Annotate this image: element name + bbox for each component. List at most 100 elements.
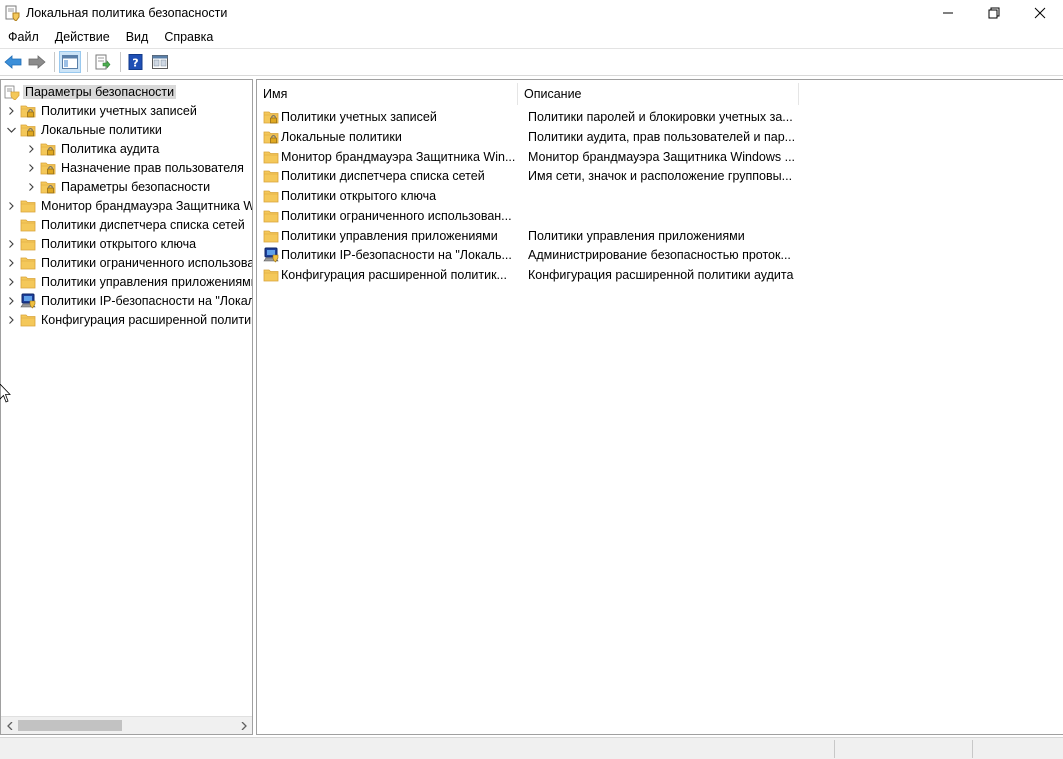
menu-view[interactable]: Вид [118, 26, 157, 48]
tree-item-label: Политики управления приложениями [41, 274, 252, 289]
chevron-right-icon[interactable] [3, 234, 19, 253]
list-item-description: Администрирование безопасностью проток..… [528, 248, 791, 263]
mouse-cursor-icon [0, 383, 12, 407]
lock-folder-icon [262, 109, 279, 125]
close-button[interactable] [1017, 0, 1063, 26]
list-item-description: Политики паролей и блокировки учетных за… [528, 110, 793, 124]
back-button[interactable] [2, 51, 24, 73]
list-item[interactable]: Политики учетных записей Политики паролей… [257, 107, 796, 127]
list-item[interactable]: Политики управления приложениями Политики… [257, 226, 796, 246]
folder-icon [262, 208, 279, 224]
folder-icon [262, 228, 279, 244]
shield-folder-icon [3, 84, 20, 100]
scroll-left-arrow-icon[interactable] [1, 717, 18, 734]
tree-item[interactable]: Конфигурация расширенной политики аудита [3, 310, 252, 329]
tree-item[interactable]: Параметры безопасности [1, 82, 177, 101]
chevron-right-icon[interactable] [23, 139, 39, 158]
tree-item[interactable]: Параметры безопасности [23, 177, 212, 196]
help-button[interactable]: ? [125, 51, 147, 73]
show-hide-tree-button[interactable] [59, 51, 81, 73]
tree-item-label: Локальные политики [41, 122, 162, 137]
folder-icon [19, 236, 36, 252]
list-item-name: Монитор брандмауэра Защитника Win... [281, 149, 516, 164]
chevron-right-icon[interactable] [23, 158, 39, 177]
menu-bar: Файл Действие Вид Справка [0, 26, 1063, 48]
menu-file[interactable]: Файл [0, 26, 47, 48]
show-hide-tree-icon [62, 55, 78, 69]
list-item-name: Политики ограниченного использован... [281, 208, 512, 223]
list-item[interactable]: Политики IP-безопасности на "Локаль... Ад… [257, 245, 796, 265]
export-list-icon [95, 54, 111, 70]
folder-icon [262, 188, 279, 204]
tree-item[interactable]: Политики ограниченного использования про… [3, 253, 252, 272]
scrollbar-thumb[interactable] [18, 720, 122, 731]
toolbar: ? [0, 48, 1063, 76]
help-icon: ? [128, 54, 143, 70]
restore-button[interactable] [971, 0, 1017, 26]
list-item[interactable]: Политики открытого ключа [257, 186, 796, 206]
tree-item-label: Монитор брандмауэра Защитника Windows [41, 198, 252, 213]
list-item-name: Политики открытого ключа [281, 189, 437, 203]
column-header-description[interactable]: Описание [518, 83, 799, 105]
tree-item[interactable]: Политики диспетчера списка сетей [3, 215, 247, 234]
menu-action[interactable]: Действие [47, 26, 118, 48]
status-divider [834, 740, 835, 758]
lock-folder-icon [19, 103, 36, 119]
chevron-right-icon[interactable] [3, 253, 19, 272]
svg-text:?: ? [132, 57, 138, 70]
list-item-name: Политики учетных записей [281, 110, 437, 124]
list-item[interactable]: Политики ограниченного использован... [257, 206, 796, 226]
list-item[interactable]: Политики диспетчера списка сетей Имя сети… [257, 166, 796, 186]
tree-item[interactable]: Монитор брандмауэра Защитника Windows [3, 196, 252, 215]
list-item-description: Политики аудита, прав пользователей и па… [528, 129, 796, 144]
list-item-name: Конфигурация расширенной политик... [281, 268, 507, 282]
tree-item[interactable]: Политики открытого ключа [3, 234, 198, 253]
column-header-name[interactable]: Имя [257, 83, 518, 105]
forward-arrow-icon [28, 55, 46, 69]
tree-horizontal-scrollbar[interactable] [1, 716, 252, 734]
forward-button[interactable] [26, 51, 48, 73]
tree-item[interactable]: Локальные политики [3, 120, 164, 139]
window-title: Локальная политика безопасности [26, 6, 228, 20]
toolbar-separator [54, 52, 55, 72]
toolbar-separator [120, 52, 121, 72]
scroll-right-arrow-icon[interactable] [235, 717, 252, 734]
menu-help[interactable]: Справка [156, 26, 221, 48]
console-view-button[interactable] [149, 51, 171, 73]
tree-item-label: Политика аудита [61, 141, 160, 156]
tree-item-label: Политики учетных записей [41, 103, 197, 118]
restore-icon [988, 7, 1000, 19]
tree-item[interactable]: Политики управления приложениями [3, 272, 252, 291]
tree-item[interactable]: Политики IP-безопасности на "Локальный к… [3, 291, 252, 310]
chevron-down-icon[interactable] [3, 120, 19, 139]
list-item[interactable]: Монитор брандмауэра Защитника Win... Мони… [257, 147, 796, 167]
list-item[interactable]: Локальные политики Политики аудита, прав … [257, 127, 796, 147]
list-item-name: Политики управления приложениями [281, 228, 498, 243]
chevron-right-icon[interactable] [3, 310, 19, 329]
folder-icon [262, 149, 279, 165]
toolbar-separator [87, 52, 88, 72]
chevron-right-icon[interactable] [3, 291, 19, 310]
chevron-right-icon[interactable] [23, 177, 39, 196]
list-item-name: Политики диспетчера списка сетей [281, 169, 485, 184]
window-controls [925, 0, 1063, 26]
tree-pane: Параметры безопасности Политики учетных з… [0, 79, 253, 735]
folder-icon [262, 168, 279, 184]
details-pane: Имя Описание Политики учетных записей Пол… [256, 79, 1063, 735]
chevron-right-icon[interactable] [3, 101, 19, 120]
tree-item[interactable]: Политики учетных записей [3, 101, 199, 120]
folder-icon [19, 217, 36, 233]
list-item[interactable]: Конфигурация расширенной политик... Конфи… [257, 265, 796, 285]
back-arrow-icon [4, 55, 22, 69]
chevron-right-icon[interactable] [3, 272, 19, 291]
minimize-button[interactable] [925, 0, 971, 26]
lock-folder-icon [39, 141, 56, 157]
export-list-button[interactable] [92, 51, 114, 73]
folder-icon [262, 267, 279, 283]
tree-item[interactable]: Политика аудита [23, 139, 161, 158]
tree-item-label: Политики диспетчера списка сетей [41, 217, 245, 232]
title-bar: Локальная политика безопасности [0, 0, 1063, 26]
list-item-name: Политики IP-безопасности на "Локаль... [281, 248, 512, 263]
tree-item[interactable]: Назначение прав пользователя [23, 158, 246, 177]
chevron-right-icon[interactable] [3, 196, 19, 215]
